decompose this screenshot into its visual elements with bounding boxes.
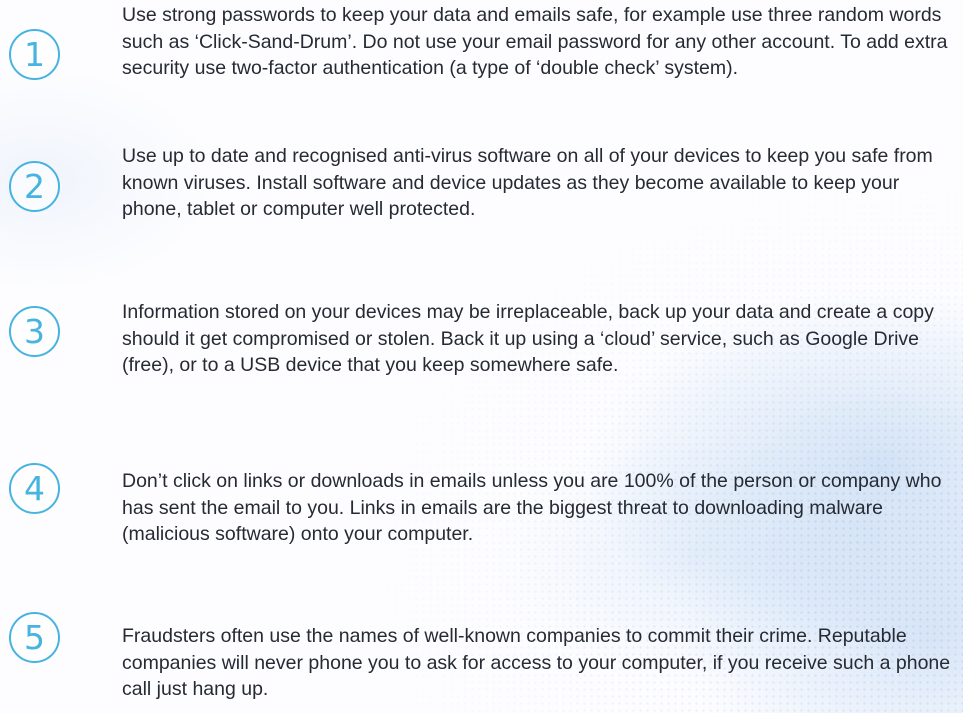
tip-text: Information stored on your devices may b… (122, 301, 934, 376)
tip-number: 5 (24, 618, 45, 657)
tip-text: Don’t click on links or downloads in ema… (122, 470, 942, 545)
tip-text: Use up to date and recognised anti-virus… (122, 145, 933, 220)
tip-text: Use strong passwords to keep your data a… (122, 4, 948, 79)
tip-number: 1 (24, 35, 45, 74)
number-5-circle-icon: 5 (9, 612, 60, 663)
number-1-circle-icon: 1 (9, 29, 60, 80)
tip-text: Fraudsters often use the names of well-k… (122, 625, 951, 700)
number-3-circle-icon: 3 (9, 306, 60, 357)
tip-number: 3 (24, 312, 45, 351)
number-2-circle-icon: 2 (9, 161, 60, 212)
tips-list: 1 Use strong passwords to keep your data… (0, 0, 963, 713)
number-4-circle-icon: 4 (9, 463, 60, 514)
tip-number: 2 (24, 167, 45, 206)
tip-number: 4 (24, 469, 45, 508)
